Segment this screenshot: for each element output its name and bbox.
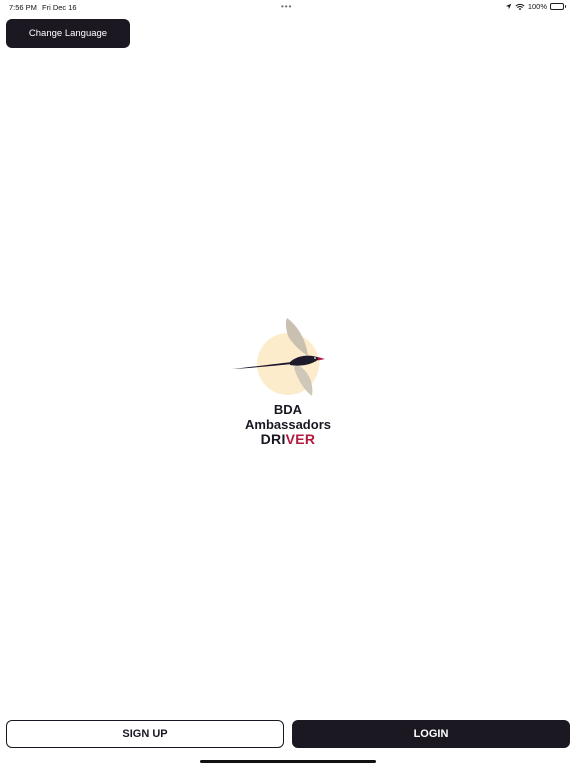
location-arrow-icon bbox=[505, 3, 512, 10]
wifi-icon bbox=[515, 3, 525, 10]
sign-up-button[interactable]: SIGN UP bbox=[6, 720, 284, 748]
multitasking-dots-icon[interactable]: ••• bbox=[281, 2, 292, 11]
status-time: 7:56 PM bbox=[9, 3, 37, 12]
status-date: Fri Dec 16 bbox=[42, 3, 77, 12]
logo-wordmark: BDA Ambassadors DRIVER bbox=[228, 402, 348, 447]
change-language-button[interactable]: Change Language bbox=[6, 19, 130, 48]
logo-line-ambassadors: Ambassadors bbox=[245, 417, 331, 432]
app-screen: 7:56 PM Fri Dec 16 ••• 100% Change Langu… bbox=[0, 0, 576, 768]
logo-line-driver: DRIVER bbox=[228, 432, 348, 447]
status-bar: 7:56 PM Fri Dec 16 ••• 100% bbox=[0, 0, 576, 14]
battery-icon bbox=[550, 3, 566, 10]
status-indicators: 100% bbox=[505, 2, 566, 11]
logo-line-bda: BDA bbox=[273, 402, 303, 417]
tropicbird-logo-icon bbox=[232, 318, 325, 396]
logo-driver-red-part: VER bbox=[285, 431, 316, 447]
home-indicator[interactable] bbox=[200, 760, 376, 763]
login-button[interactable]: LOGIN bbox=[292, 720, 570, 748]
app-logo: BDA Ambassadors DRIVER bbox=[228, 312, 348, 452]
battery-percentage: 100% bbox=[527, 2, 547, 11]
logo-driver-dark-part: DRI bbox=[260, 431, 286, 447]
